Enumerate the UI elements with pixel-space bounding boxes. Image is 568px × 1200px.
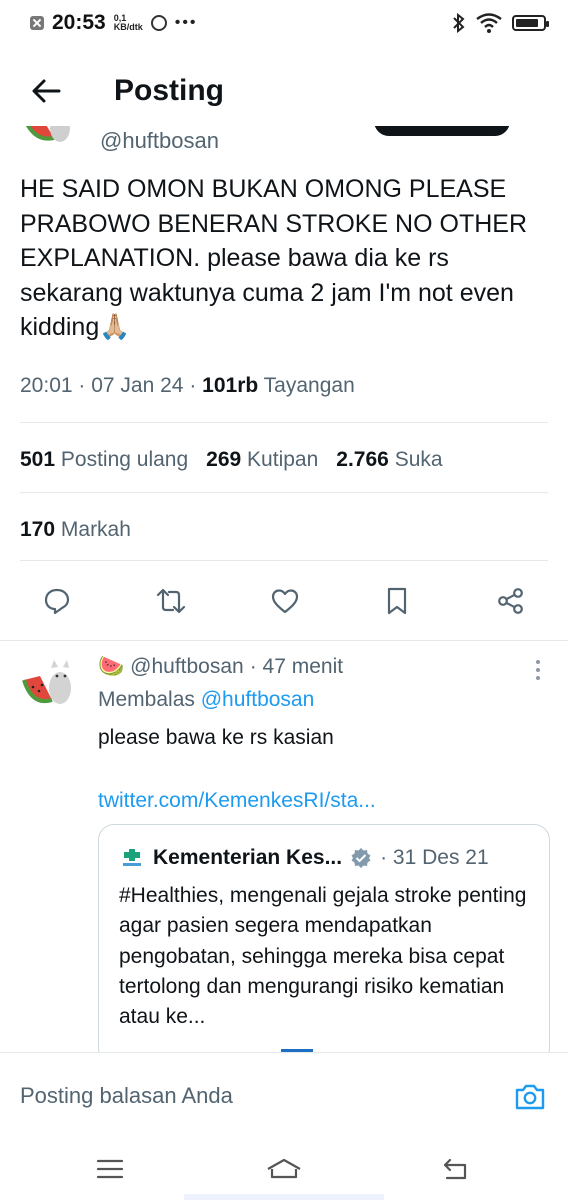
reply-link[interactable]: twitter.com/KemenkesRI/sta... <box>98 789 376 813</box>
author-handle[interactable]: @huftbosan <box>100 128 219 154</box>
action-bar <box>0 578 568 624</box>
tweet-author-row: @huftbosan <box>0 126 568 156</box>
status-bar: 20:53 0,1 KB/dtk ••• <box>0 0 568 46</box>
share-icon <box>498 588 523 614</box>
quoted-text: #Healthies, mengenali gejala stroke pent… <box>119 884 527 1029</box>
camera-icon <box>515 1084 545 1110</box>
reply-header: 🍉 @huftbosan · 47 menit <box>98 655 343 679</box>
like-button[interactable] <box>262 578 308 624</box>
nav-bar-strip <box>184 1194 384 1200</box>
reply-age: · 47 menit <box>249 655 344 678</box>
bookmark-button[interactable] <box>374 578 420 624</box>
bookmark-icon <box>387 587 407 615</box>
quotes-stat[interactable]: 269 Kutipan <box>206 448 318 472</box>
home-icon <box>267 1158 301 1179</box>
reply-author-avatar[interactable] <box>20 654 76 710</box>
app-header: Posting <box>0 56 568 126</box>
reply-text: please bawa ke rs kasian <box>98 726 334 749</box>
whatsapp-icon <box>150 15 167 31</box>
page-title: Posting <box>114 74 224 107</box>
camera-button[interactable] <box>510 1077 550 1117</box>
share-button[interactable] <box>488 578 534 624</box>
wifi-icon <box>476 13 502 33</box>
repost-button[interactable] <box>148 578 194 624</box>
tweet-date: 07 Jan 24 <box>91 374 184 397</box>
menu-icon <box>96 1159 124 1179</box>
views-label: Tayangan <box>263 374 355 397</box>
reply-name-emoji: 🍉 <box>98 655 125 678</box>
system-nav-bar <box>0 1138 568 1200</box>
comment-icon <box>44 588 70 615</box>
reposts-stat[interactable]: 501 Posting ulang <box>20 448 188 472</box>
more-options-icon[interactable] <box>528 658 548 682</box>
back-nav-icon <box>443 1158 467 1180</box>
divider <box>20 422 548 423</box>
follow-button[interactable] <box>374 126 510 136</box>
divider <box>20 492 548 493</box>
battery-icon <box>512 15 549 31</box>
bookmarks-stat[interactable]: 170 Markah <box>20 518 131 542</box>
repost-icon <box>156 588 186 614</box>
network-speed: 0,1 KB/dtk <box>113 13 143 32</box>
bookmark-stats: 170 Markah <box>20 518 131 542</box>
clock: 20:53 <box>52 11 106 34</box>
replying-to-mention[interactable]: @huftbosan <box>201 688 315 711</box>
arrow-left-icon <box>32 79 61 103</box>
divider <box>20 560 548 561</box>
divider <box>0 640 568 641</box>
heart-icon <box>271 589 299 614</box>
reply-composer: Posting balasan Anda <box>0 1052 568 1138</box>
kemenkes-logo-icon <box>123 849 141 866</box>
back-nav-button[interactable] <box>436 1152 476 1186</box>
reply-handle[interactable]: @huftbosan <box>130 655 244 679</box>
back-button[interactable] <box>16 61 76 121</box>
tweet-meta: 20:01 · 07 Jan 24 · 101rb Tayangan <box>20 374 355 397</box>
quoted-tweet-header: Kementerian Kes... · 31 Des 21 <box>119 845 489 871</box>
quoted-date: · 31 Des 21 <box>380 846 489 869</box>
reply-input[interactable]: Posting balasan Anda <box>20 1083 233 1109</box>
more-notifications-icon: ••• <box>174 14 198 31</box>
reply-button[interactable] <box>34 578 80 624</box>
replying-to: Membalas @huftbosan <box>98 688 315 711</box>
recent-apps-button[interactable] <box>90 1152 130 1186</box>
home-button[interactable] <box>264 1152 304 1186</box>
notification-close-icon <box>30 16 44 30</box>
battery-level <box>516 19 539 27</box>
tweet-text: HE SAID OMON BUKAN OMONG PLEASE PRABOWO … <box>20 175 528 341</box>
author-avatar[interactable] <box>20 126 76 148</box>
verified-badge-icon <box>351 848 371 868</box>
likes-stat[interactable]: 2.766 Suka <box>336 448 442 472</box>
quoted-author-name: Kementerian Kes... <box>153 846 343 869</box>
bluetooth-icon <box>453 13 465 33</box>
engagement-stats: 501 Posting ulang 269 Kutipan 2.766 Suka <box>20 448 443 472</box>
quoted-tweet[interactable]: Kementerian Kes... · 31 Des 21 #Healthie… <box>98 824 550 1064</box>
tweet-time: 20:01 <box>20 374 73 397</box>
views-count: 101rb <box>202 374 259 397</box>
